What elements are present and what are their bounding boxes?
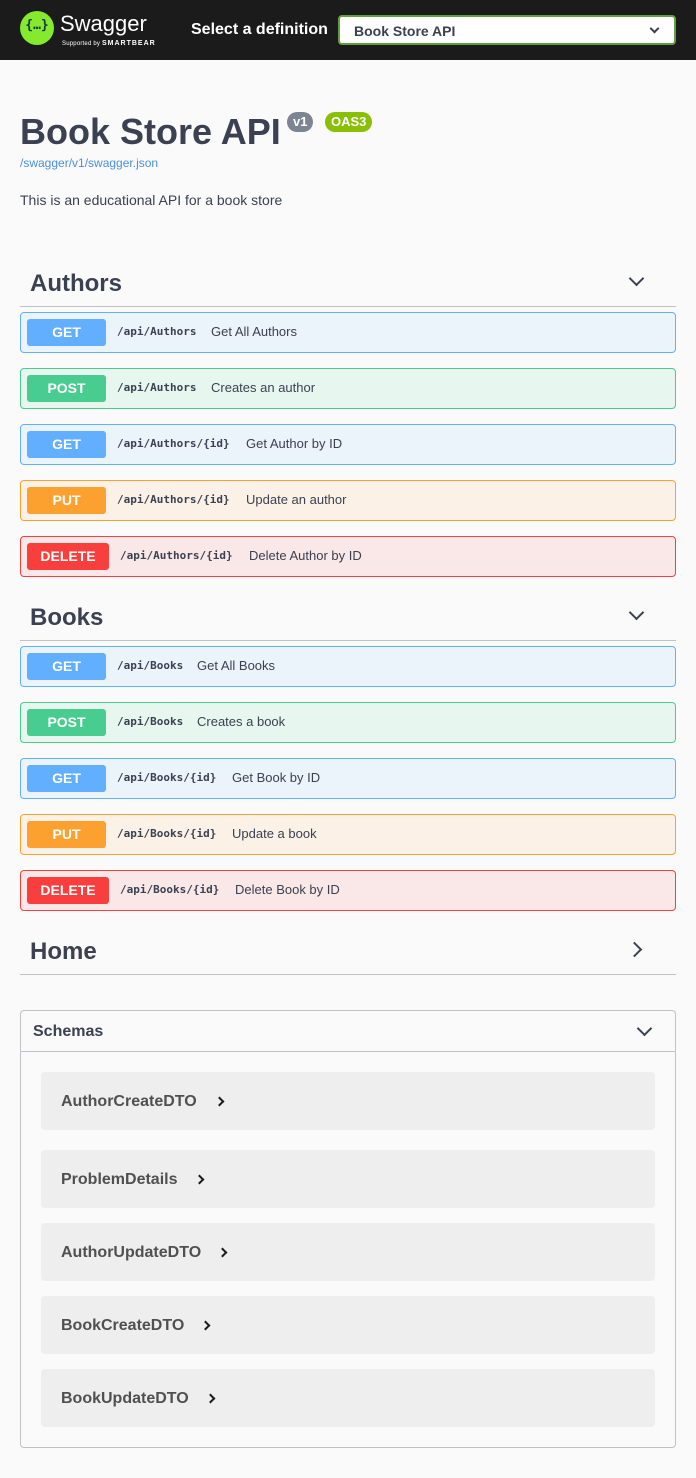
chevron-right-icon[interactable] [205,1393,216,1404]
schemas-header[interactable]: Schemas [21,1011,675,1052]
chevron-right-icon[interactable] [194,1174,205,1185]
logo-subtitle: Supported by SMARTBEAR [62,40,156,47]
tag-name: Home [30,938,97,965]
method-badge: PUT [27,821,106,848]
model-name: AuthorCreateDTO [61,1093,197,1110]
operation-summary: Update an author [246,492,347,507]
model-name: BookCreateDTO [61,1317,185,1334]
logo-text[interactable]: Swagger [60,11,147,37]
operation-path: /api/Books/{id} [117,827,217,840]
operation-summary: Delete Book by ID [235,882,340,897]
operation-get-books[interactable]: GET /api/Books Get All Books [20,646,676,687]
operation-summary: Creates an author [211,380,316,395]
method-badge: GET [27,431,106,458]
method-badge: GET [27,765,106,792]
operation-post-authors[interactable]: POST /api/Authors Creates an author [20,368,676,409]
method-badge: DELETE [27,877,109,904]
chevron-down-icon[interactable] [628,604,645,621]
method-badge: POST [27,375,106,402]
model-problem-details[interactable]: ProblemDetails [41,1150,655,1208]
method-badge: GET [27,653,106,680]
swagger-logo-icon[interactable]: {…} [20,11,54,45]
method-badge: DELETE [27,543,109,570]
method-badge: GET [27,319,106,346]
operation-summary: Get All Books [197,658,276,673]
chevron-right-icon[interactable] [200,1320,211,1331]
model-name: AuthorUpdateDTO [61,1244,202,1261]
operation-summary: Get Book by ID [232,770,321,785]
model-name: BookUpdateDTO [61,1390,189,1407]
chevron-down-icon [649,23,660,34]
chevron-right-icon[interactable] [214,1096,225,1107]
chevron-down-icon[interactable] [628,270,645,287]
operation-summary: Update a book [232,826,317,841]
definition-select[interactable]: Book Store API [338,15,676,45]
operation-path: /api/Books/{id} [117,771,217,784]
tag-authors-header[interactable]: Authors [20,262,676,307]
operation-path: /api/Authors [117,325,197,338]
model-name: ProblemDetails [61,1171,178,1188]
operation-summary: Creates a book [197,714,286,729]
operation-delete-author[interactable]: DELETE /api/Authors/{id} Delete Author b… [20,536,676,577]
api-title: Book Store API [20,111,281,152]
operation-summary: Get Author by ID [246,436,343,451]
operation-path: /api/Authors [117,381,197,394]
schemas-label: Schemas [33,1023,104,1040]
tag-books-header[interactable]: Books [20,596,676,641]
select-definition-label: Select a definition [191,21,328,38]
tag-home-header[interactable]: Home [20,930,676,975]
operation-path: /api/Books [117,659,184,672]
model-author-create-dto[interactable]: AuthorCreateDTO [41,1072,655,1130]
topbar: {…} Swagger Supported by SMARTBEAR Selec… [0,0,696,60]
version-badge: v1 [287,112,314,132]
operation-post-books[interactable]: POST /api/Books Creates a book [20,702,676,743]
operation-put-book[interactable]: PUT /api/Books/{id} Update a book [20,814,676,855]
definition-select-value: Book Store API [354,23,456,39]
operation-put-author[interactable]: PUT /api/Authors/{id} Update an author [20,480,676,521]
tag-name: Authors [30,270,122,297]
operation-get-author-by-id[interactable]: GET /api/Authors/{id} Get Author by ID [20,424,676,465]
model-book-update-dto[interactable]: BookUpdateDTO [41,1369,655,1427]
operation-get-book-by-id[interactable]: GET /api/Books/{id} Get Book by ID [20,758,676,799]
tag-name: Books [30,604,104,631]
oas-badge: OAS3 [325,112,373,132]
api-description: This is an educational API for a book st… [20,192,283,208]
model-book-create-dto[interactable]: BookCreateDTO [41,1296,655,1354]
operation-path: /api/Authors/{id} [120,549,233,562]
model-author-update-dto[interactable]: AuthorUpdateDTO [41,1223,655,1281]
chevron-down-icon[interactable] [636,1020,653,1037]
operation-path: /api/Authors/{id} [117,493,230,506]
operation-summary: Delete Author by ID [249,548,362,563]
operation-summary: Get All Authors [211,324,297,339]
chevron-right-icon[interactable] [217,1247,228,1258]
operation-get-authors[interactable]: GET /api/Authors Get All Authors [20,312,676,353]
operation-path: /api/Books [117,715,184,728]
operation-delete-book[interactable]: DELETE /api/Books/{id} Delete Book by ID [20,870,676,911]
operation-path: /api/Books/{id} [120,883,220,896]
method-badge: PUT [27,487,106,514]
spec-url-link[interactable]: /swagger/v1/swagger.json [20,156,158,170]
schemas-section: Schemas AuthorCreateDTO ProblemDetails A… [20,1010,676,1448]
chevron-right-icon[interactable] [626,941,643,958]
method-badge: POST [27,709,106,736]
operation-path: /api/Authors/{id} [117,437,230,450]
